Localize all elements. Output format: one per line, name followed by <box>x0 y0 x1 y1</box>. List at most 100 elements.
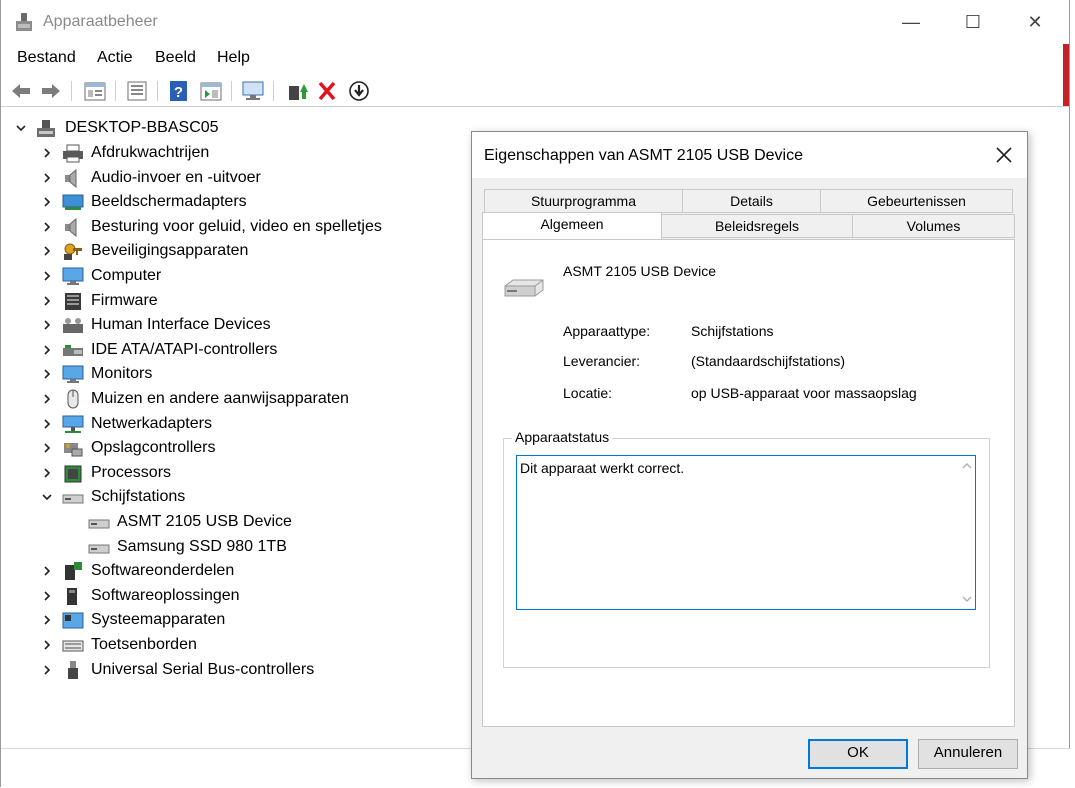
tab-volumes[interactable]: Volumes <box>852 214 1015 238</box>
tree-category-item[interactable]: Besturing voor geluid, video en spelletj… <box>1 215 471 239</box>
tree-category-label: Computer <box>91 267 162 284</box>
forward-arrow-icon[interactable] <box>39 80 63 102</box>
chevron-right-icon[interactable] <box>41 172 53 184</box>
tab-gebeurtenissen[interactable]: Gebeurtenissen <box>820 189 1013 213</box>
tree-category-label: Systeemapparaten <box>91 611 226 628</box>
tab-beleidsregels[interactable]: Beleidsregels <box>661 214 853 238</box>
chevron-right-icon[interactable] <box>41 245 53 257</box>
tree-category-item[interactable]: Monitors <box>1 362 471 386</box>
toolbar: ? <box>1 76 1069 107</box>
printer-icon <box>63 144 83 163</box>
dialog-close-button[interactable] <box>991 142 1017 168</box>
scroll-down-icon[interactable] <box>962 595 972 603</box>
tree-category-item[interactable]: Firmware <box>1 289 471 313</box>
tree-category-item[interactable]: Schijfstations <box>1 485 471 509</box>
tree-category-item[interactable]: Computer <box>1 264 471 288</box>
disk-drive-icon <box>88 544 110 554</box>
svg-text:?: ? <box>174 84 183 101</box>
tree-category-item[interactable]: Human Interface Devices <box>1 313 471 337</box>
disable-icon[interactable] <box>347 80 371 102</box>
dialog-title-bar[interactable]: Eigenschappen van ASMT 2105 USB Device <box>472 132 1027 178</box>
tree-category-item[interactable]: Netwerkadapters <box>1 412 471 436</box>
chevron-down-icon[interactable] <box>15 122 27 134</box>
tree-category-item[interactable]: Softwareonderdelen <box>1 559 471 583</box>
chevron-down-icon[interactable] <box>41 491 53 503</box>
tab-algemeen[interactable]: Algemeen <box>482 212 662 239</box>
tree-category-item[interactable]: Afdrukwachtrijen <box>1 141 471 165</box>
chevron-right-icon[interactable] <box>41 467 53 479</box>
tab-stuurprogramma[interactable]: Stuurprogramma <box>484 189 683 213</box>
tree-category-label: Opslagcontrollers <box>91 439 216 456</box>
keyboard-icon <box>62 640 84 652</box>
chevron-right-icon[interactable] <box>41 344 53 356</box>
tree-category-item[interactable]: Systeemapparaten <box>1 608 471 632</box>
tree-view-icon[interactable] <box>125 80 149 102</box>
toolbar-separator <box>273 81 274 101</box>
chevron-right-icon[interactable] <box>41 221 53 233</box>
menu-actie[interactable]: Actie <box>97 49 133 67</box>
tree-root[interactable]: DESKTOP-BBASC05 <box>1 116 461 140</box>
chevron-right-icon[interactable] <box>41 639 53 651</box>
tree-category-item[interactable]: Audio-invoer en -uitvoer <box>1 166 471 190</box>
chevron-right-icon[interactable] <box>41 196 53 208</box>
tree-category-item[interactable]: Toetsenborden <box>1 633 471 657</box>
tree-category-label: Muizen en andere aanwijsapparaten <box>91 390 349 407</box>
tree-category-item[interactable]: Softwareoplossingen <box>1 584 471 608</box>
chevron-right-icon[interactable] <box>41 565 53 577</box>
menu-help[interactable]: Help <box>217 49 250 67</box>
software-component-icon <box>65 562 82 580</box>
close-button[interactable]: ✕ <box>1003 0 1067 44</box>
prop-label-location: Locatie: <box>563 385 613 401</box>
chevron-right-icon[interactable] <box>41 664 53 676</box>
properties-dialog: Eigenschappen van ASMT 2105 USB Device S… <box>471 131 1028 779</box>
chevron-right-icon[interactable] <box>41 418 53 430</box>
prop-value-location: op USB-apparaat voor massaopslag <box>691 385 917 401</box>
tree-category-item[interactable]: IDE ATA/ATAPI-controllers <box>1 338 471 362</box>
maximize-button[interactable]: ☐ <box>941 0 1005 44</box>
tree-category-item[interactable]: Universal Serial Bus-controllers <box>1 658 471 682</box>
chevron-right-icon[interactable] <box>41 442 53 454</box>
minimize-button[interactable]: — <box>879 0 943 44</box>
tree-category-item[interactable]: Processors <box>1 461 471 485</box>
uninstall-icon[interactable] <box>315 80 339 102</box>
window-title: Apparaatbeheer <box>43 13 158 30</box>
toolbar-separator <box>71 81 72 101</box>
cancel-button[interactable]: Annuleren <box>918 739 1018 769</box>
tree-category-label: IDE ATA/ATAPI-controllers <box>91 341 278 358</box>
update-driver-icon[interactable] <box>285 80 309 102</box>
prop-value-type: Schijfstations <box>691 323 774 339</box>
chevron-right-icon[interactable] <box>41 270 53 282</box>
ok-button[interactable]: OK <box>808 739 908 769</box>
help-icon[interactable]: ? <box>167 80 191 102</box>
tree-category-item[interactable]: Beeldschermadapters <box>1 190 471 214</box>
tree-device-item[interactable]: Samsung SSD 980 1TB <box>1 535 471 559</box>
chevron-right-icon[interactable] <box>41 368 53 380</box>
chevron-right-icon[interactable] <box>41 590 53 602</box>
properties-icon[interactable] <box>83 80 107 102</box>
scan-hardware-icon[interactable] <box>241 80 265 102</box>
menu-bestand[interactable]: Bestand <box>17 49 76 67</box>
tree-category-label: Processors <box>91 464 172 481</box>
status-scrollbar[interactable] <box>958 456 975 609</box>
tree-device-item[interactable]: ASMT 2105 USB Device <box>1 510 471 534</box>
device-status-textbox[interactable]: Dit apparaat werkt correct. <box>516 455 976 610</box>
chevron-right-icon[interactable] <box>41 319 53 331</box>
monitor-icon <box>62 365 84 383</box>
menu-beeld[interactable]: Beeld <box>155 49 196 67</box>
chevron-right-icon[interactable] <box>41 295 53 307</box>
details-view-icon[interactable] <box>199 80 223 102</box>
tree-device-label: ASMT 2105 USB Device <box>117 513 292 530</box>
tree-category-label: Human Interface Devices <box>91 316 271 333</box>
chevron-right-icon[interactable] <box>41 147 53 159</box>
chevron-right-icon[interactable] <box>41 614 53 626</box>
device-status-group: Apparaatstatus Dit apparaat werkt correc… <box>503 429 990 668</box>
scroll-up-icon[interactable] <box>962 462 972 470</box>
tree-category-item[interactable]: Opslagcontrollers <box>1 436 471 460</box>
tab-details[interactable]: Details <box>682 189 821 213</box>
tree-category-label: Afdrukwachtrijen <box>91 144 210 161</box>
chevron-right-icon[interactable] <box>41 393 53 405</box>
back-arrow-icon[interactable] <box>9 80 33 102</box>
tree-category-item[interactable]: Beveiligingsapparaten <box>1 239 471 263</box>
title-bar[interactable]: Apparaatbeheer — ☐ ✕ <box>1 0 1069 44</box>
tree-category-item[interactable]: Muizen en andere aanwijsapparaten <box>1 387 471 411</box>
